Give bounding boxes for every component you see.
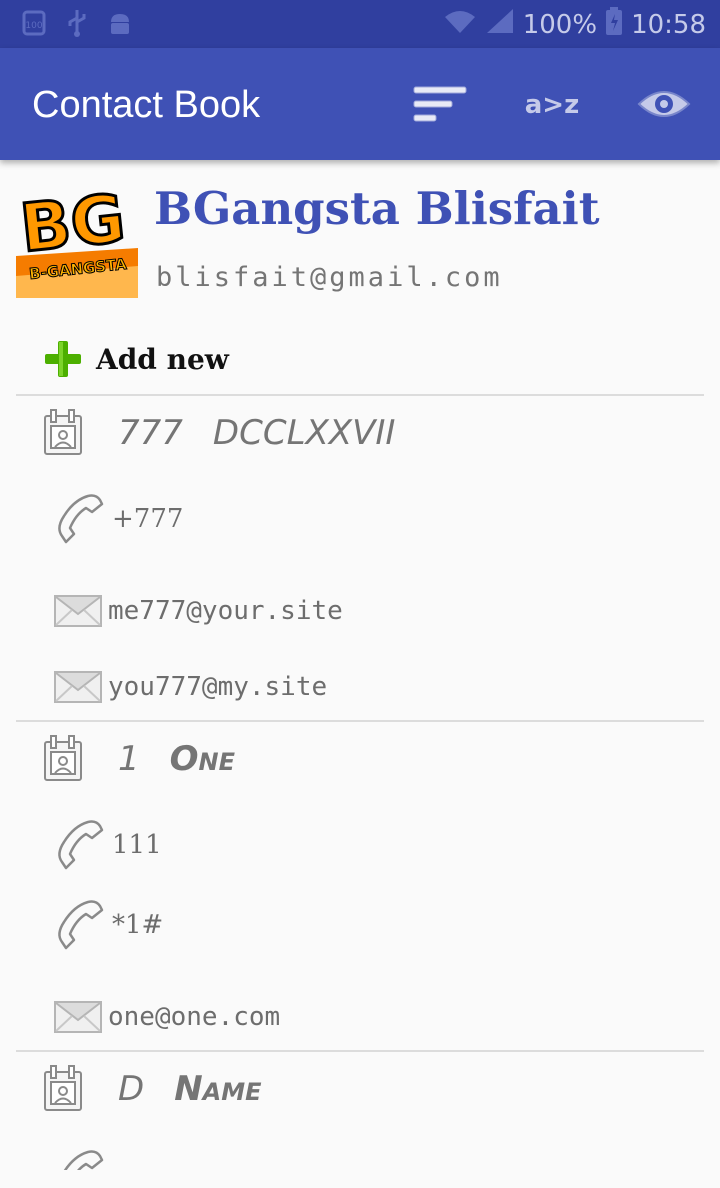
envelope-icon xyxy=(54,595,102,627)
divider xyxy=(16,394,704,396)
az-sort-icon: a>z xyxy=(525,90,579,120)
usb-icon xyxy=(66,8,88,42)
wifi-icon xyxy=(443,7,477,42)
phone-row[interactable]: *1# xyxy=(54,898,163,952)
envelope-icon xyxy=(54,671,102,703)
profile-header: BG B-GANGSTA BGangsta Blisfait blisfait@… xyxy=(15,176,706,300)
android-debug-icon xyxy=(106,8,134,42)
divider xyxy=(16,720,704,722)
contact-last-name: Name xyxy=(174,1069,262,1109)
contact-card-icon xyxy=(44,1065,82,1111)
phone-number: +777 xyxy=(112,504,184,534)
contact-card-icon xyxy=(44,409,82,455)
contact-last-name: DCCLXXVII xyxy=(212,413,396,453)
view-toggle-button[interactable] xyxy=(632,78,696,130)
add-new-label: Add new xyxy=(96,342,229,376)
battery-icon xyxy=(605,6,623,43)
app-bar: Contact Book a>z xyxy=(0,48,720,160)
contact-first-name: D xyxy=(118,1069,145,1109)
phone-icon xyxy=(58,900,104,950)
contact-last-name: One xyxy=(169,739,236,779)
phone-number: 111 xyxy=(112,830,162,860)
divider xyxy=(16,1050,704,1052)
envelope-icon xyxy=(54,1001,102,1033)
profile-name: BGangsta Blisfait xyxy=(154,182,600,235)
email-address: one@one.com xyxy=(108,1002,281,1032)
svg-text:100: 100 xyxy=(25,21,42,31)
sort-button[interactable] xyxy=(408,78,472,130)
sim-100-icon: 100 xyxy=(20,8,48,42)
sort-icon xyxy=(413,86,467,122)
email-row[interactable]: me777@your.site xyxy=(54,594,343,628)
profile-email: blisfait@gmail.com xyxy=(156,262,503,293)
email-row[interactable]: you777@my.site xyxy=(54,670,327,704)
contact-header[interactable]: D Name xyxy=(42,1064,262,1114)
phone-row[interactable]: 123 xyxy=(54,1148,162,1170)
signal-icon xyxy=(485,7,515,42)
clipped-list-area: 123 xyxy=(0,1148,720,1170)
phone-row[interactable]: +777 xyxy=(54,492,183,546)
phone-icon xyxy=(58,494,104,544)
phone-icon xyxy=(63,1150,104,1170)
az-label: a>z xyxy=(525,90,579,120)
app-title: Contact Book xyxy=(32,84,261,126)
contact-first-name: 777 xyxy=(118,413,183,453)
phone-icon xyxy=(58,820,104,870)
email-address: you777@my.site xyxy=(108,672,328,702)
battery-percent: 100% xyxy=(522,9,598,40)
email-row[interactable]: one@one.com xyxy=(54,1000,280,1034)
add-new-button[interactable]: Add new xyxy=(44,340,229,378)
plus-icon xyxy=(45,341,81,377)
svg-text:BG: BG xyxy=(17,180,129,267)
az-sort-button[interactable]: a>z xyxy=(520,78,584,130)
clock: 10:58 xyxy=(631,9,706,40)
status-bar: 100 100% 10:58 xyxy=(0,0,720,48)
profile-logo: BG B-GANGSTA xyxy=(15,176,138,298)
contact-header[interactable]: 1 One xyxy=(42,734,235,784)
email-address: me777@your.site xyxy=(108,596,343,626)
phone-number: *1# xyxy=(112,910,164,940)
contact-first-name: 1 xyxy=(118,739,140,779)
contact-header[interactable]: 777 DCCLXXVII xyxy=(42,408,395,458)
eye-icon xyxy=(637,91,691,117)
contact-card-icon xyxy=(44,735,82,781)
phone-row[interactable]: 111 xyxy=(54,818,162,872)
